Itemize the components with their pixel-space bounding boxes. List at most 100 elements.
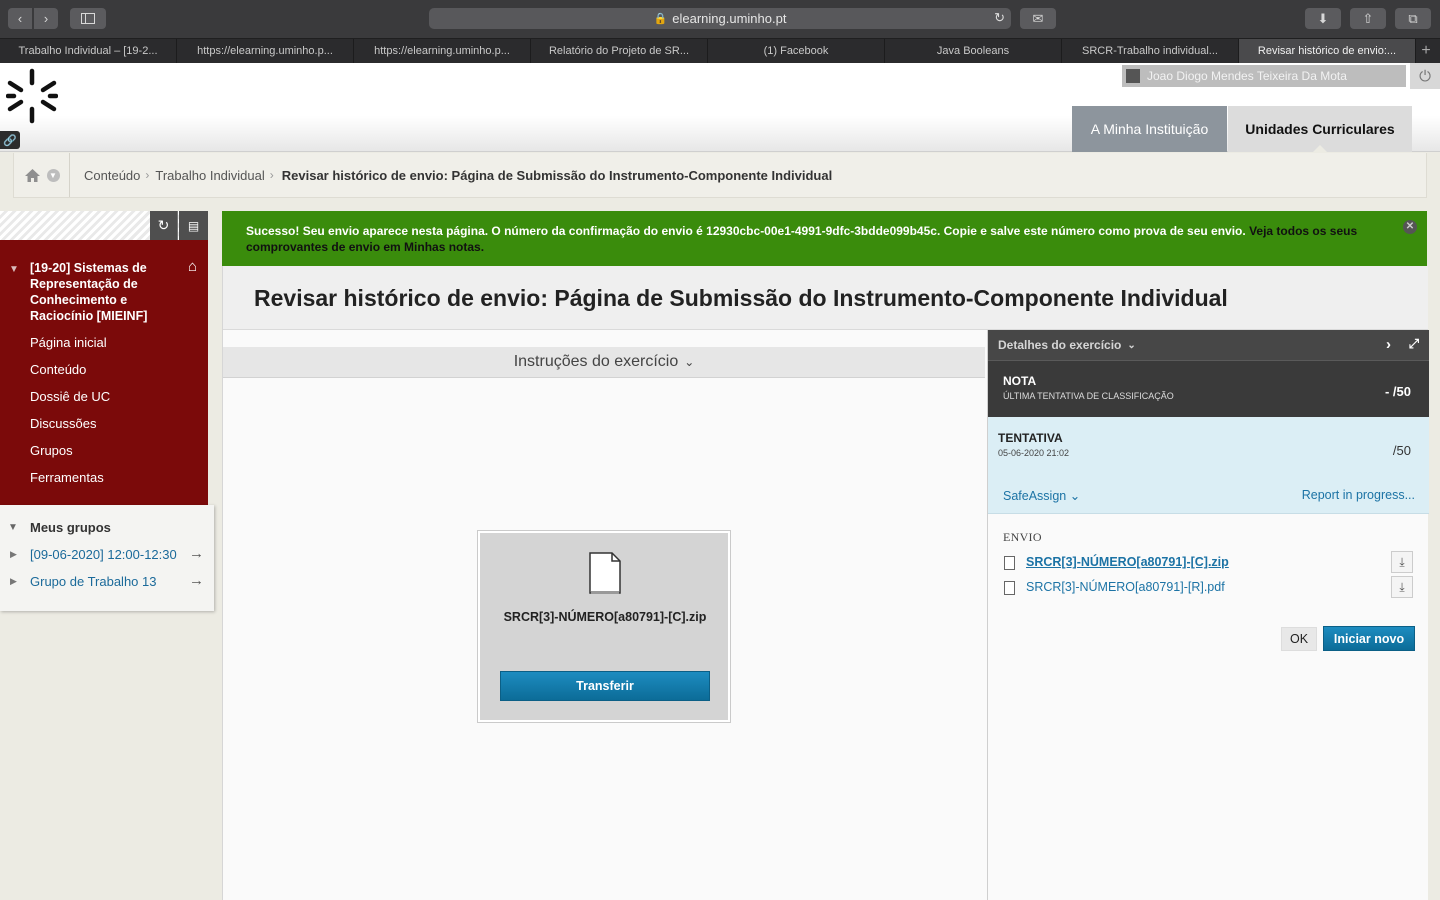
back-button[interactable]: ‹ [8, 8, 32, 29]
exercise-details-panel: Detalhes do exercício ⌄ › ⤢ NOTA ÚLTIMA … [987, 330, 1429, 900]
refresh-icon: ↻ [157, 217, 170, 233]
group-item[interactable]: ▶ [09-06-2020] 12:00-12:30 → [0, 545, 214, 567]
menu-item-dossier[interactable]: Dossiê de UC [30, 389, 110, 404]
menu-item-home[interactable]: Página inicial [30, 335, 107, 350]
course-title[interactable]: [19-20] Sistemas de Representação de Con… [30, 260, 180, 324]
browser-tab-active[interactable]: Revisar histórico de envio:... [1239, 39, 1416, 63]
groups-title: Meus grupos [30, 520, 111, 535]
download-icon[interactable]: ⤓ [1391, 551, 1413, 573]
browser-tab[interactable]: https://elearning.uminho.p... [177, 39, 354, 63]
submission-file: SRCR[3]-NÚMERO[a80791]-[R].pdf ⤓ [1002, 576, 1416, 599]
safeassign-label: SafeAssign [1003, 489, 1067, 503]
sidebar-toggle-button[interactable] [70, 8, 106, 29]
file-preview-card: SRCR[3]-NÚMERO[a80791]-[C].zip Transferi… [478, 531, 730, 722]
expand-icon[interactable]: ▶ [10, 549, 17, 560]
submission-file-link[interactable]: SRCR[3]-NÚMERO[a80791]-[C].zip [1026, 555, 1229, 569]
success-banner: Sucesso! Seu envio aparece nesta página.… [222, 211, 1427, 266]
browser-tab[interactable]: https://elearning.uminho.p... [354, 39, 531, 63]
forward-button[interactable]: › [34, 8, 58, 29]
chevron-down-icon[interactable]: ▼ [46, 168, 60, 182]
ok-button[interactable]: OK [1281, 627, 1317, 651]
tab-overview-button[interactable]: ⧉ [1395, 8, 1431, 29]
close-icon[interactable]: ✕ [1403, 220, 1417, 234]
download-icon: ⬇ [1317, 10, 1329, 26]
tabs-icon: ⧉ [1408, 10, 1418, 26]
browser-tab[interactable]: SRCR-Trabalho individual... [1062, 39, 1239, 63]
share-button[interactable]: ⇧ [1350, 8, 1386, 29]
chevron-left-icon: ‹ [17, 11, 23, 26]
browser-tab[interactable]: Trabalho Individual – [19-2... [0, 39, 177, 63]
breadcrumb-item[interactable]: Trabalho Individual [149, 168, 264, 183]
tab-courses[interactable]: Unidades Curriculares [1228, 106, 1412, 153]
details-header[interactable]: Detalhes do exercício ⌄ › ⤢ [988, 330, 1429, 360]
grade-score: - /50 [1384, 384, 1411, 399]
tab-my-institution[interactable]: A Minha Instituição [1072, 106, 1227, 152]
start-new-button[interactable]: Iniciar novo [1323, 626, 1415, 651]
submission-file: SRCR[3]-NÚMERO[a80791]-[C].zip ⤓ [1002, 551, 1416, 574]
group-item[interactable]: ▶ Grupo de Trabalho 13 → [0, 572, 214, 594]
logout-button[interactable]: ⏻ [1410, 63, 1440, 89]
success-message: Sucesso! Seu envio aparece nesta página.… [246, 224, 1246, 238]
expand-icon[interactable]: ▶ [10, 576, 17, 587]
grade-box: NOTA ÚLTIMA TENTATIVA DE CLASSIFICAÇÃO -… [988, 360, 1429, 417]
chevron-right-icon: › [43, 11, 49, 26]
power-icon: ⏻ [1419, 67, 1431, 85]
group-label[interactable]: [09-06-2020] 12:00-12:30 [30, 547, 177, 562]
submission-label: ENVIO [1003, 530, 1042, 544]
download-icon[interactable]: ⤓ [1391, 576, 1413, 598]
link-icon[interactable]: 🔗 [0, 131, 20, 149]
menu-item-groups[interactable]: Grupos [30, 443, 73, 458]
file-icon [1004, 556, 1015, 570]
breadcrumb-item[interactable]: Conteúdo [70, 168, 140, 183]
instructions-label: Instruções do exercício [513, 353, 679, 370]
browser-tab[interactable]: (1) Facebook [708, 39, 885, 63]
safeassign-dropdown[interactable]: SafeAssign ⌄ [1003, 488, 1080, 503]
details-title: Detalhes do exercício [998, 338, 1122, 352]
submission-file-link[interactable]: SRCR[3]-NÚMERO[a80791]-[R].pdf [1026, 580, 1225, 594]
instructions-toggle[interactable]: Instruções do exercício ⌄ [223, 347, 985, 378]
report-link[interactable]: Report in progress... [1302, 488, 1415, 502]
attempt-date: 05-06-2020 21:02 [998, 448, 1070, 458]
browser-tab[interactable]: Relatório do Projeto de SR... [531, 39, 708, 63]
refresh-button[interactable]: ↻ [150, 211, 178, 240]
home-icon [24, 168, 40, 182]
menu-item-content[interactable]: Conteúdo [30, 362, 86, 377]
address-bar[interactable]: 🔒 elearning.uminho.pt ↻ [429, 8, 1011, 29]
menu-item-tools[interactable]: Ferramentas [30, 470, 104, 485]
chevron-down-icon: ⌄ [684, 355, 695, 369]
main-content: Revisar histórico de envio: Página de Su… [222, 266, 1429, 900]
downloads-button[interactable]: ⬇ [1305, 8, 1341, 29]
download-button[interactable]: Transferir [500, 671, 710, 701]
file-icon [589, 552, 621, 594]
new-tab-button[interactable]: + [1416, 39, 1436, 63]
reload-icon[interactable]: ↻ [994, 10, 1005, 26]
collapse-icon[interactable]: ▼ [8, 522, 18, 533]
user-name: Joao Diogo Mendes Teixeira Da Mota [1147, 69, 1347, 83]
collapse-icon[interactable]: ▼ [9, 264, 19, 275]
course-menu: ▼ [19-20] Sistemas de Representação de C… [0, 240, 208, 505]
chevron-right-icon[interactable]: › [1386, 336, 1391, 353]
attempt-score: /50 [1392, 443, 1411, 458]
chevron-down-icon: ⌄ [1127, 339, 1136, 351]
file-icon [1004, 581, 1015, 595]
lock-icon: 🔒 [653, 13, 668, 25]
menu-item-discussions[interactable]: Discussões [30, 416, 96, 431]
breadcrumb-separator: › [269, 168, 274, 182]
avatar [1126, 69, 1140, 83]
expand-icon[interactable]: ⤢ [1409, 336, 1419, 352]
arrow-right-icon[interactable]: → [189, 545, 204, 562]
grade-sublabel: ÚLTIMA TENTATIVA DE CLASSIFICAÇÃO [1003, 391, 1174, 401]
user-menu[interactable]: Joao Diogo Mendes Teixeira Da Mota [1122, 65, 1406, 87]
mail-button[interactable]: ✉ [1020, 8, 1056, 29]
chevron-down-icon: ⌄ [1069, 489, 1081, 503]
browser-tab[interactable]: Java Booleans [885, 39, 1062, 63]
uminho-logo [6, 68, 58, 124]
attempt-box[interactable]: TENTATIVA 05-06-2020 21:02 /50 SafeAssig… [988, 417, 1429, 514]
browser-toolbar: ‹ › 🔒 elearning.uminho.pt ↻ ✉ ⬇ ⇧ ⧉ [0, 0, 1440, 38]
breadcrumb-home[interactable]: ▼ [14, 153, 70, 197]
arrow-right-icon[interactable]: → [189, 572, 204, 589]
home-icon[interactable]: ⌂ [188, 258, 197, 275]
file-name: SRCR[3]-NÚMERO[a80791]-[C].zip [503, 610, 707, 624]
menu-view-button[interactable]: ▤ [179, 211, 208, 240]
group-label[interactable]: Grupo de Trabalho 13 [30, 574, 156, 589]
